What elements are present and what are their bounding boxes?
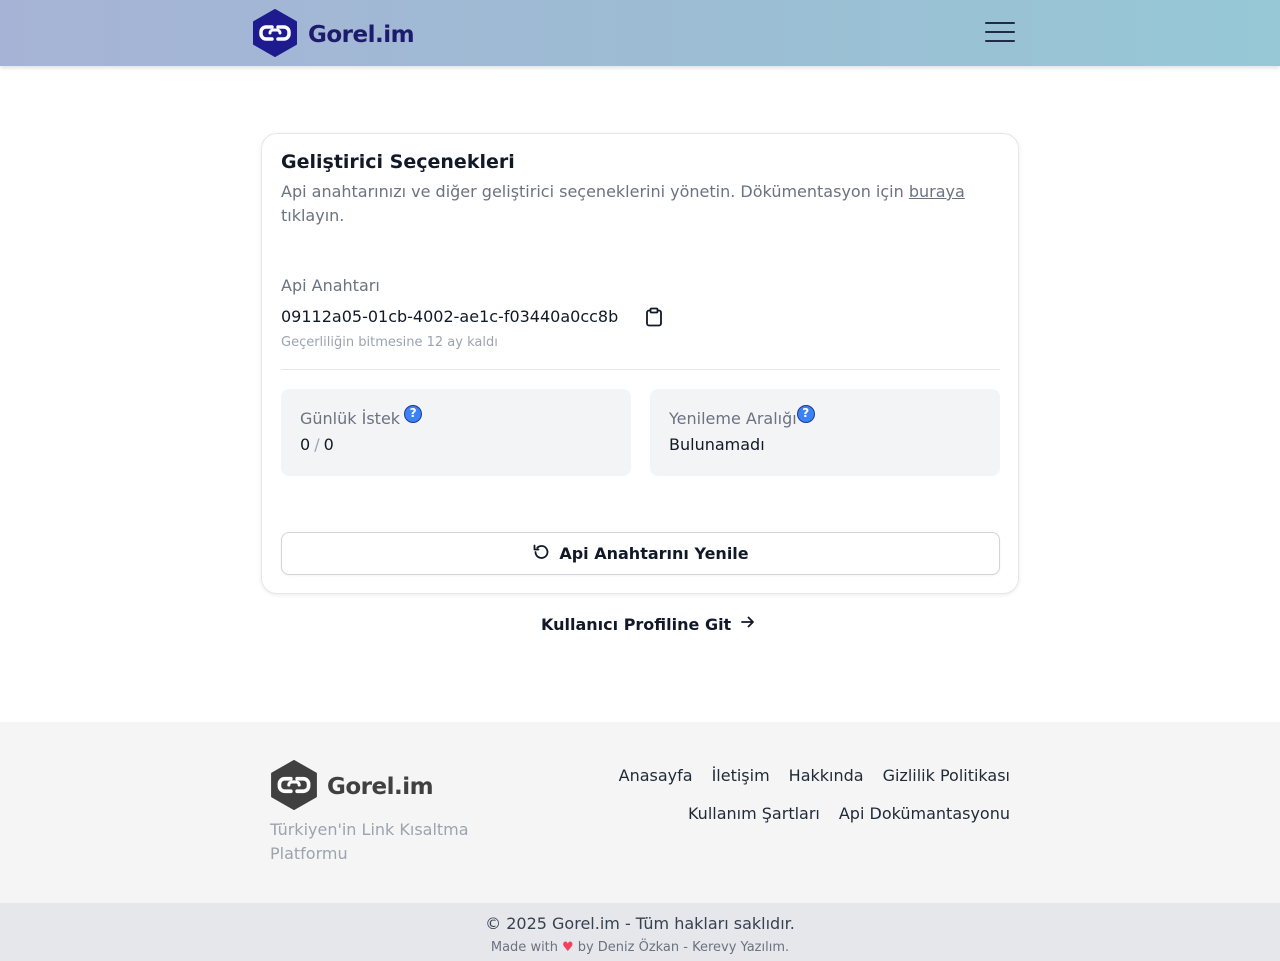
footer-tagline: Türkiyen'in Link Kısaltma Platformu [270, 820, 469, 863]
top-navbar: Gorel.im [0, 0, 1280, 66]
hamburger-menu-icon[interactable] [985, 22, 1015, 44]
clipboard-icon[interactable] [645, 307, 663, 327]
daily-requests-label: Günlük İstek [300, 409, 401, 428]
rotate-ccw-icon [532, 543, 550, 565]
footer-link-api-docs[interactable]: Api Dokümantasyonu [839, 802, 1010, 826]
heart-icon: ♥ [562, 940, 574, 955]
api-key-label: Api Anahtarı [281, 276, 380, 295]
divider [281, 369, 1000, 370]
renewal-interval-value: Bulunamadı [669, 435, 765, 454]
footer-brand-name: Gorel.im [327, 774, 434, 800]
help-icon[interactable]: ? [404, 404, 423, 423]
go-to-profile-link[interactable]: Kullanıcı Profiline Git [541, 614, 756, 634]
api-key-value: 09112a05-01cb-4002-ae1c-f03440a0cc8b [281, 307, 619, 326]
footer-brand-link[interactable]: Gorel.im [270, 760, 434, 814]
daily-requests-stat: Günlük İstek ? 0/0 [281, 389, 631, 476]
footer-link-privacy[interactable]: Gizlilik Politikası [883, 764, 1010, 788]
footer-links: Anasayfa İletişim Hakkında Gizlilik Poli… [590, 764, 1010, 840]
renewal-interval-stat: Yenileme Aralığı ? Bulunamadı [650, 389, 1000, 476]
footer-link-about[interactable]: Hakkında [789, 764, 864, 788]
logo-icon [270, 760, 318, 814]
daily-requests-value: 0/0 [300, 435, 334, 454]
footer-link-home[interactable]: Anasayfa [619, 764, 693, 788]
logo-icon [252, 9, 298, 61]
help-icon[interactable]: ? [796, 404, 815, 423]
renewal-interval-label: Yenileme Aralığı [669, 409, 797, 428]
brand-home-link[interactable]: Gorel.im [252, 9, 415, 61]
docs-link[interactable]: buraya [909, 182, 965, 201]
validity-text: Geçerliliğin bitmesine 12 ay kaldı [281, 335, 498, 350]
footer: Gorel.im Türkiyen'in Link Kısaltma Platf… [0, 722, 1280, 903]
profile-link-label: Kullanıcı Profiline Git [541, 614, 732, 634]
card-title: Geliştirici Seçenekleri [281, 151, 515, 173]
card-description: Api anahtarınızı ve diğer geliştirici se… [281, 182, 965, 225]
copyright-text: © 2025 Gorel.im - Tüm hakları saklıdır. [485, 914, 795, 933]
arrow-right-icon [740, 614, 756, 634]
renew-button-label: Api Anahtarını Yenile [559, 544, 749, 563]
made-with-text: Made with ♥ by Deniz Özkan - Kerevy Yazılı… [490, 940, 790, 955]
brand-name: Gorel.im [308, 22, 415, 48]
footer-link-contact[interactable]: İletişim [712, 764, 770, 788]
developer-options-card: Geliştirici Seçenekleri Api anahtarınızı… [261, 133, 1019, 594]
renew-api-key-button[interactable]: Api Anahtarını Yenile [281, 532, 1000, 575]
footer-link-terms[interactable]: Kullanım Şartları [688, 802, 820, 826]
copyright-bar: © 2025 Gorel.im - Tüm hakları saklıdır. … [0, 903, 1280, 961]
